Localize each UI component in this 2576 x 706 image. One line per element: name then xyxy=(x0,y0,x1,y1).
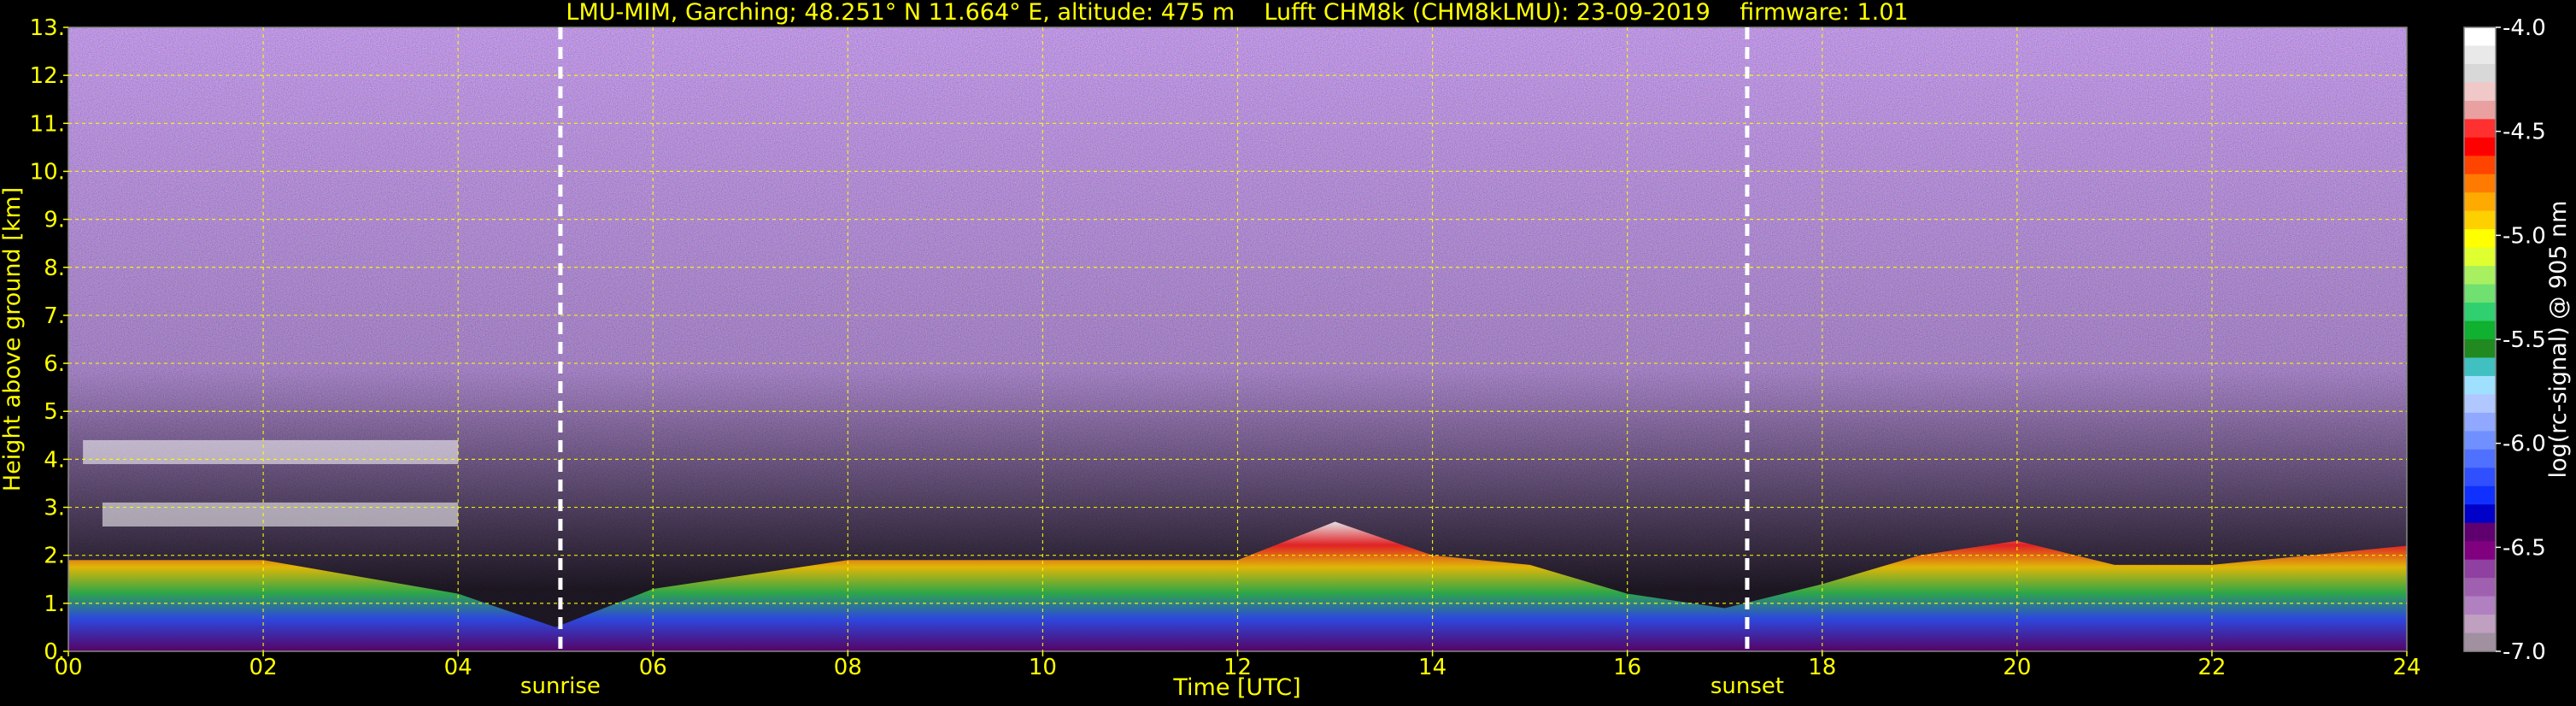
colorbar-swatch xyxy=(2464,63,2496,84)
colorbar-swatch xyxy=(2464,596,2496,615)
y-tick-label: 1. xyxy=(44,591,65,617)
colorbar-swatch xyxy=(2464,27,2496,47)
x-tick-label: 14 xyxy=(1418,655,1446,680)
colorbar-swatch xyxy=(2464,412,2496,432)
colorbar-swatch xyxy=(2464,45,2496,65)
colorbar-tick-label: -6.0 xyxy=(2503,432,2546,457)
colorbar-swatch xyxy=(2464,431,2496,450)
x-tick-label: 20 xyxy=(2003,655,2031,680)
colorbar-swatch xyxy=(2464,82,2496,102)
colorbar: -4.0 -4.5 -5.0 -5.5 -6.0 -6.5 -7.0 xyxy=(2463,15,2546,665)
colorbar-swatch xyxy=(2464,303,2496,322)
colorbar-swatch xyxy=(2464,578,2496,597)
colorbar-tick-label: -4.0 xyxy=(2503,15,2546,41)
colorbar-swatch xyxy=(2464,210,2496,230)
y-axis-ticks: 0. 1. 2. 3. 4. 5. 6. 7. 8. 9. 10. 11. 12. 13. xyxy=(30,15,68,665)
y-tick-label: 5. xyxy=(44,399,65,425)
colorbar-swatch xyxy=(2464,156,2496,175)
colorbar-swatch xyxy=(2464,357,2496,377)
ceilometer-figure: LMU-MIM, Garching; 48.251° N 11.664° E, … xyxy=(0,0,2572,701)
colorbar-swatch xyxy=(2464,504,2496,524)
colorbar-swatch xyxy=(2464,485,2496,505)
colorbar-tick-label: -4.5 xyxy=(2503,120,2546,145)
x-tick-label: 08 xyxy=(834,655,862,680)
colorbar-swatch xyxy=(2464,522,2496,542)
colorbar-swatch xyxy=(2464,284,2496,303)
colorbar-tick-label: -7.0 xyxy=(2503,639,2546,665)
x-tick-label: 24 xyxy=(2392,655,2421,680)
colorbar-swatch xyxy=(2464,100,2496,120)
y-tick-label: 10. xyxy=(30,159,65,185)
y-tick-label: 4. xyxy=(44,447,65,473)
colorbar-label: log(rc-signal) @ 905 nm xyxy=(2545,201,2572,479)
x-tick-label: 02 xyxy=(249,655,278,680)
y-tick-label: 9. xyxy=(44,208,65,233)
x-tick-label: 04 xyxy=(444,655,472,680)
colorbar-swatch xyxy=(2464,174,2496,193)
plot-area xyxy=(68,27,2407,651)
y-tick-label: 3. xyxy=(44,496,65,521)
colorbar-tick-label: -5.0 xyxy=(2503,223,2546,249)
x-tick-label: 18 xyxy=(1808,655,1836,680)
x-tick-label: 10 xyxy=(1029,655,1057,680)
y-axis-label: Height above ground [km] xyxy=(0,187,26,491)
y-tick-label: 12. xyxy=(30,63,65,89)
colorbar-swatch xyxy=(2464,468,2496,487)
y-tick-label: 11. xyxy=(30,111,65,137)
colorbar-swatch xyxy=(2464,615,2496,634)
y-tick-label: 0. xyxy=(44,639,65,665)
colorbar-swatch xyxy=(2464,559,2496,579)
x-tick-label: 22 xyxy=(2198,655,2226,680)
colorbar-tick-label: -5.5 xyxy=(2503,327,2546,353)
chart-title: LMU-MIM, Garching; 48.251° N 11.664° E, … xyxy=(566,0,1908,26)
colorbar-swatch xyxy=(2464,632,2496,652)
y-tick-label: 7. xyxy=(44,303,65,329)
colorbar-swatch xyxy=(2464,541,2496,561)
x-tick-label: 16 xyxy=(1613,655,1641,680)
colorbar-swatch xyxy=(2464,192,2496,212)
elevated-aerosol-layer xyxy=(83,439,459,464)
y-tick-label: 8. xyxy=(44,256,65,281)
y-tick-label: 13. xyxy=(30,15,65,41)
colorbar-swatch xyxy=(2464,247,2496,267)
elevated-aerosol-layer xyxy=(102,502,459,527)
y-tick-label: 2. xyxy=(44,544,65,569)
colorbar-swatch xyxy=(2464,449,2496,468)
x-tick-label: 06 xyxy=(639,655,667,680)
colorbar-swatch xyxy=(2464,229,2496,249)
colorbar-swatch xyxy=(2464,394,2496,414)
colorbar-swatch xyxy=(2464,321,2496,340)
sun-marker-label: sunset xyxy=(1710,674,1784,699)
sun-marker-label: sunrise xyxy=(520,674,601,699)
colorbar-swatch xyxy=(2464,137,2496,156)
colorbar-swatch xyxy=(2464,339,2496,359)
colorbar-tick-label: -6.5 xyxy=(2503,535,2546,561)
colorbar-swatch xyxy=(2464,119,2496,138)
colorbar-swatch xyxy=(2464,375,2496,396)
colorbar-swatch xyxy=(2464,266,2496,285)
y-tick-label: 6. xyxy=(44,351,65,377)
x-axis-label: Time [UTC] xyxy=(1172,674,1300,701)
